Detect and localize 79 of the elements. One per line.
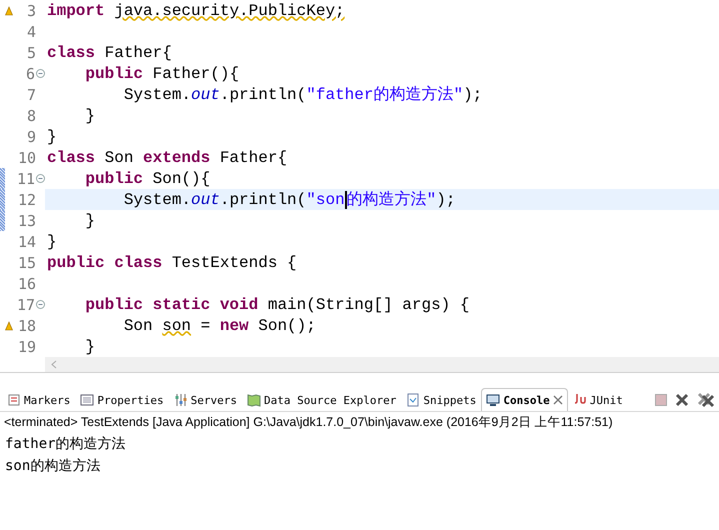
code-text: TestExtends {: [172, 254, 297, 272]
code-text: Son(){: [152, 170, 210, 188]
code-text: "father的构造方法": [306, 84, 464, 105]
monitor-icon: [486, 393, 500, 407]
code-text: System.: [122, 190, 192, 208]
line-number: 17: [16, 296, 35, 314]
line-number: 19: [16, 338, 36, 356]
code-text: new: [220, 316, 250, 334]
view-tab[interactable]: Servers: [168, 388, 242, 411]
code-text: Son();: [258, 316, 316, 334]
line-number: 9: [26, 128, 36, 146]
collapse-icon[interactable]: [36, 174, 45, 183]
code-text: 的构造方法": [346, 190, 436, 210]
code-text: Father{: [220, 148, 288, 166]
console-output: son的构造方法: [4, 457, 102, 476]
code-text: public: [84, 170, 144, 188]
view-tab[interactable]: Data Source Explorer: [242, 388, 402, 411]
code-text: "son: [306, 190, 347, 208]
collapse-icon[interactable]: [36, 69, 45, 78]
code-text: extends: [143, 148, 212, 166]
line-number: 12: [16, 190, 36, 208]
code-text: }: [84, 212, 96, 230]
code-text: public class: [47, 254, 164, 272]
view-tab[interactable]: Markers: [2, 388, 76, 411]
code-text: Father(){: [152, 64, 240, 82]
code-text: class: [47, 148, 96, 166]
code-text: public static void: [84, 296, 260, 314]
process-status: <terminated> TestExtends [Java Application] G:\Java\jdk1.7.0_07\bin\javaw.exe (2016年9月2日 上午11:57:51): [0, 411, 719, 433]
line-number: 18: [16, 316, 36, 334]
code-text: );: [436, 190, 456, 208]
code-text: .println(: [220, 190, 306, 208]
code-text: }: [47, 232, 57, 250]
sliders-icon: [174, 393, 188, 407]
code-text: }: [47, 128, 57, 146]
code-text: Son: [104, 148, 134, 166]
line-number: 6: [24, 64, 35, 82]
close-icon[interactable]: [675, 393, 689, 407]
scroll-left-icon[interactable]: [51, 360, 57, 369]
view-tab[interactable]: Properties: [75, 388, 169, 411]
code-text: );: [463, 86, 482, 104]
collapse-icon[interactable]: [36, 300, 45, 309]
horizontal-scrollbar[interactable]: [45, 357, 719, 372]
console-output: father的构造方法: [4, 435, 127, 454]
line-number: 4: [26, 22, 36, 40]
markers-icon: [7, 393, 21, 407]
code-editor[interactable]: [0, 0, 719, 372]
code-text: class: [47, 44, 96, 62]
line-number: 16: [16, 274, 36, 292]
line-number: 15: [16, 254, 36, 272]
code-text: main(String[] args) {: [268, 296, 470, 314]
code-text: import: [47, 2, 106, 20]
line-number: 3: [26, 2, 36, 20]
code-text: System.: [122, 86, 192, 104]
code-text: .println(: [220, 86, 306, 104]
list-icon: [80, 393, 94, 407]
line-number: 10: [16, 148, 36, 166]
code-text: }: [84, 338, 96, 356]
map-icon: [246, 393, 261, 407]
line-number: 11: [16, 170, 35, 188]
code-text: =: [200, 316, 212, 334]
code-text: Son: [122, 316, 154, 334]
line-number: 7: [26, 86, 36, 104]
line-number: 8: [26, 106, 36, 124]
line-number: 5: [26, 44, 36, 62]
code-text: java.security.PublicKey;: [114, 2, 345, 20]
code-text: son: [162, 316, 192, 334]
code-text: public: [84, 64, 144, 82]
view-tab[interactable]: Snippets: [401, 388, 482, 411]
remove-all-icon[interactable]: [697, 392, 715, 408]
document-icon: [406, 393, 420, 407]
view-tab[interactable]: JUnit: [568, 388, 628, 411]
code-text: out: [191, 86, 220, 104]
line-number: 13: [16, 212, 36, 230]
view-tab[interactable]: Console: [481, 388, 568, 411]
close-icon[interactable]: [552, 395, 563, 405]
code-text: out: [191, 190, 220, 208]
code-text: }: [84, 106, 96, 124]
line-number: 14: [16, 232, 36, 250]
code-text: Father{: [104, 44, 172, 62]
